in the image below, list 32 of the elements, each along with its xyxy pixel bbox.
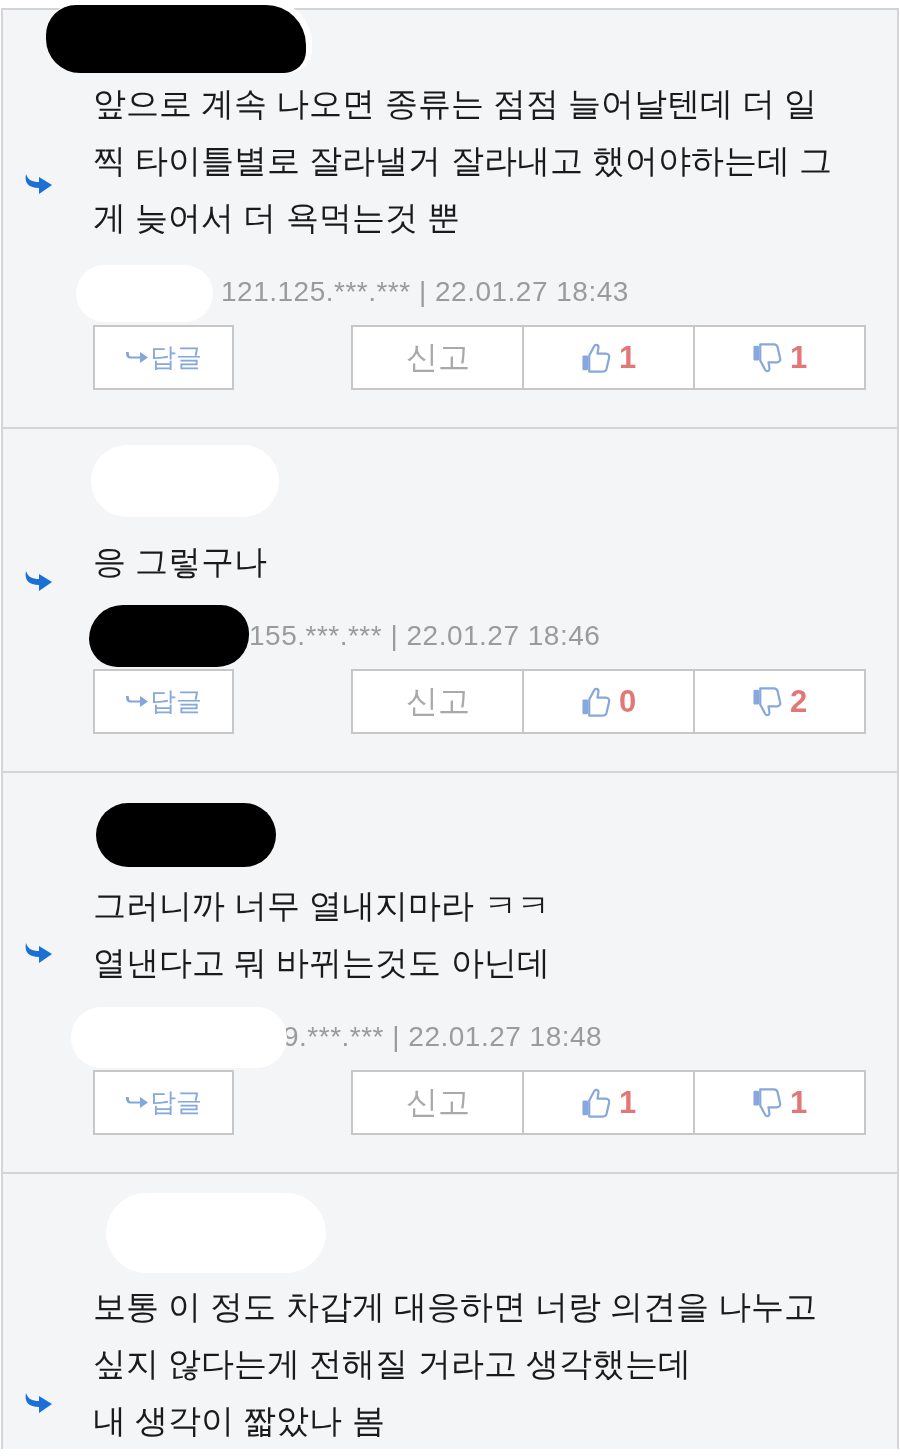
reply-button[interactable]: 답글: [93, 1070, 234, 1135]
comment-text: 응 그렇구나: [93, 542, 269, 582]
comment-meta: 155.***.*** | 22.01.27 18:46: [249, 620, 601, 651]
comment-text: 그러니까 너무 열내지마라 ㅋㅋ 열낸다고 뭐 바뀌는것도 아닌데: [93, 886, 551, 983]
comment-meta: 9.***.*** | 22.01.27 18:48: [283, 1021, 603, 1052]
comment-text: 보통 이 정도 차갑게 대응하면 너랑 의견을 나누고 싶지 않다는게 전해질 거라고 생각했는데 내 생각이 짧았나 봄: [93, 1287, 819, 1441]
reply-icon: [125, 1096, 149, 1109]
thumbs-up-icon: [580, 341, 611, 374]
reply-button[interactable]: 답글: [93, 669, 234, 734]
reply-arrow-icon: [23, 1393, 53, 1415]
report-button[interactable]: 신고: [351, 669, 524, 734]
reply-icon: [125, 351, 149, 364]
dislike-button[interactable]: 1: [695, 325, 866, 390]
dislike-button[interactable]: 2: [695, 669, 866, 734]
reply-arrow-icon: [23, 943, 53, 965]
thumbs-down-icon: [751, 685, 782, 718]
comment-text: 앞으로 계속 나오면 종류는 점점 늘어날텐데 더 일 찍 타이틀별로 잘라낼거 잘라내고 했어야하는데 그 게 늦어서 더 욕먹는것 뿐: [93, 84, 833, 238]
report-button[interactable]: 신고: [351, 1070, 524, 1135]
like-button[interactable]: 1: [524, 1070, 695, 1135]
like-button[interactable]: 1: [524, 325, 695, 390]
reply-icon: [125, 695, 149, 708]
dislike-button[interactable]: 1: [695, 1070, 866, 1135]
thumbs-down-icon: [751, 1086, 782, 1119]
reply-arrow-icon: [23, 570, 53, 593]
reply-arrow-icon: [23, 174, 53, 196]
like-button[interactable]: 0: [524, 669, 695, 734]
report-button[interactable]: 신고: [351, 325, 524, 390]
comment-meta: 121.125.***.*** | 22.01.27 18:43: [221, 276, 629, 307]
thumbs-up-icon: [580, 685, 611, 718]
thumbs-down-icon: [751, 341, 782, 374]
thumbs-up-icon: [580, 1086, 611, 1119]
reply-button[interactable]: 답글: [93, 325, 234, 390]
